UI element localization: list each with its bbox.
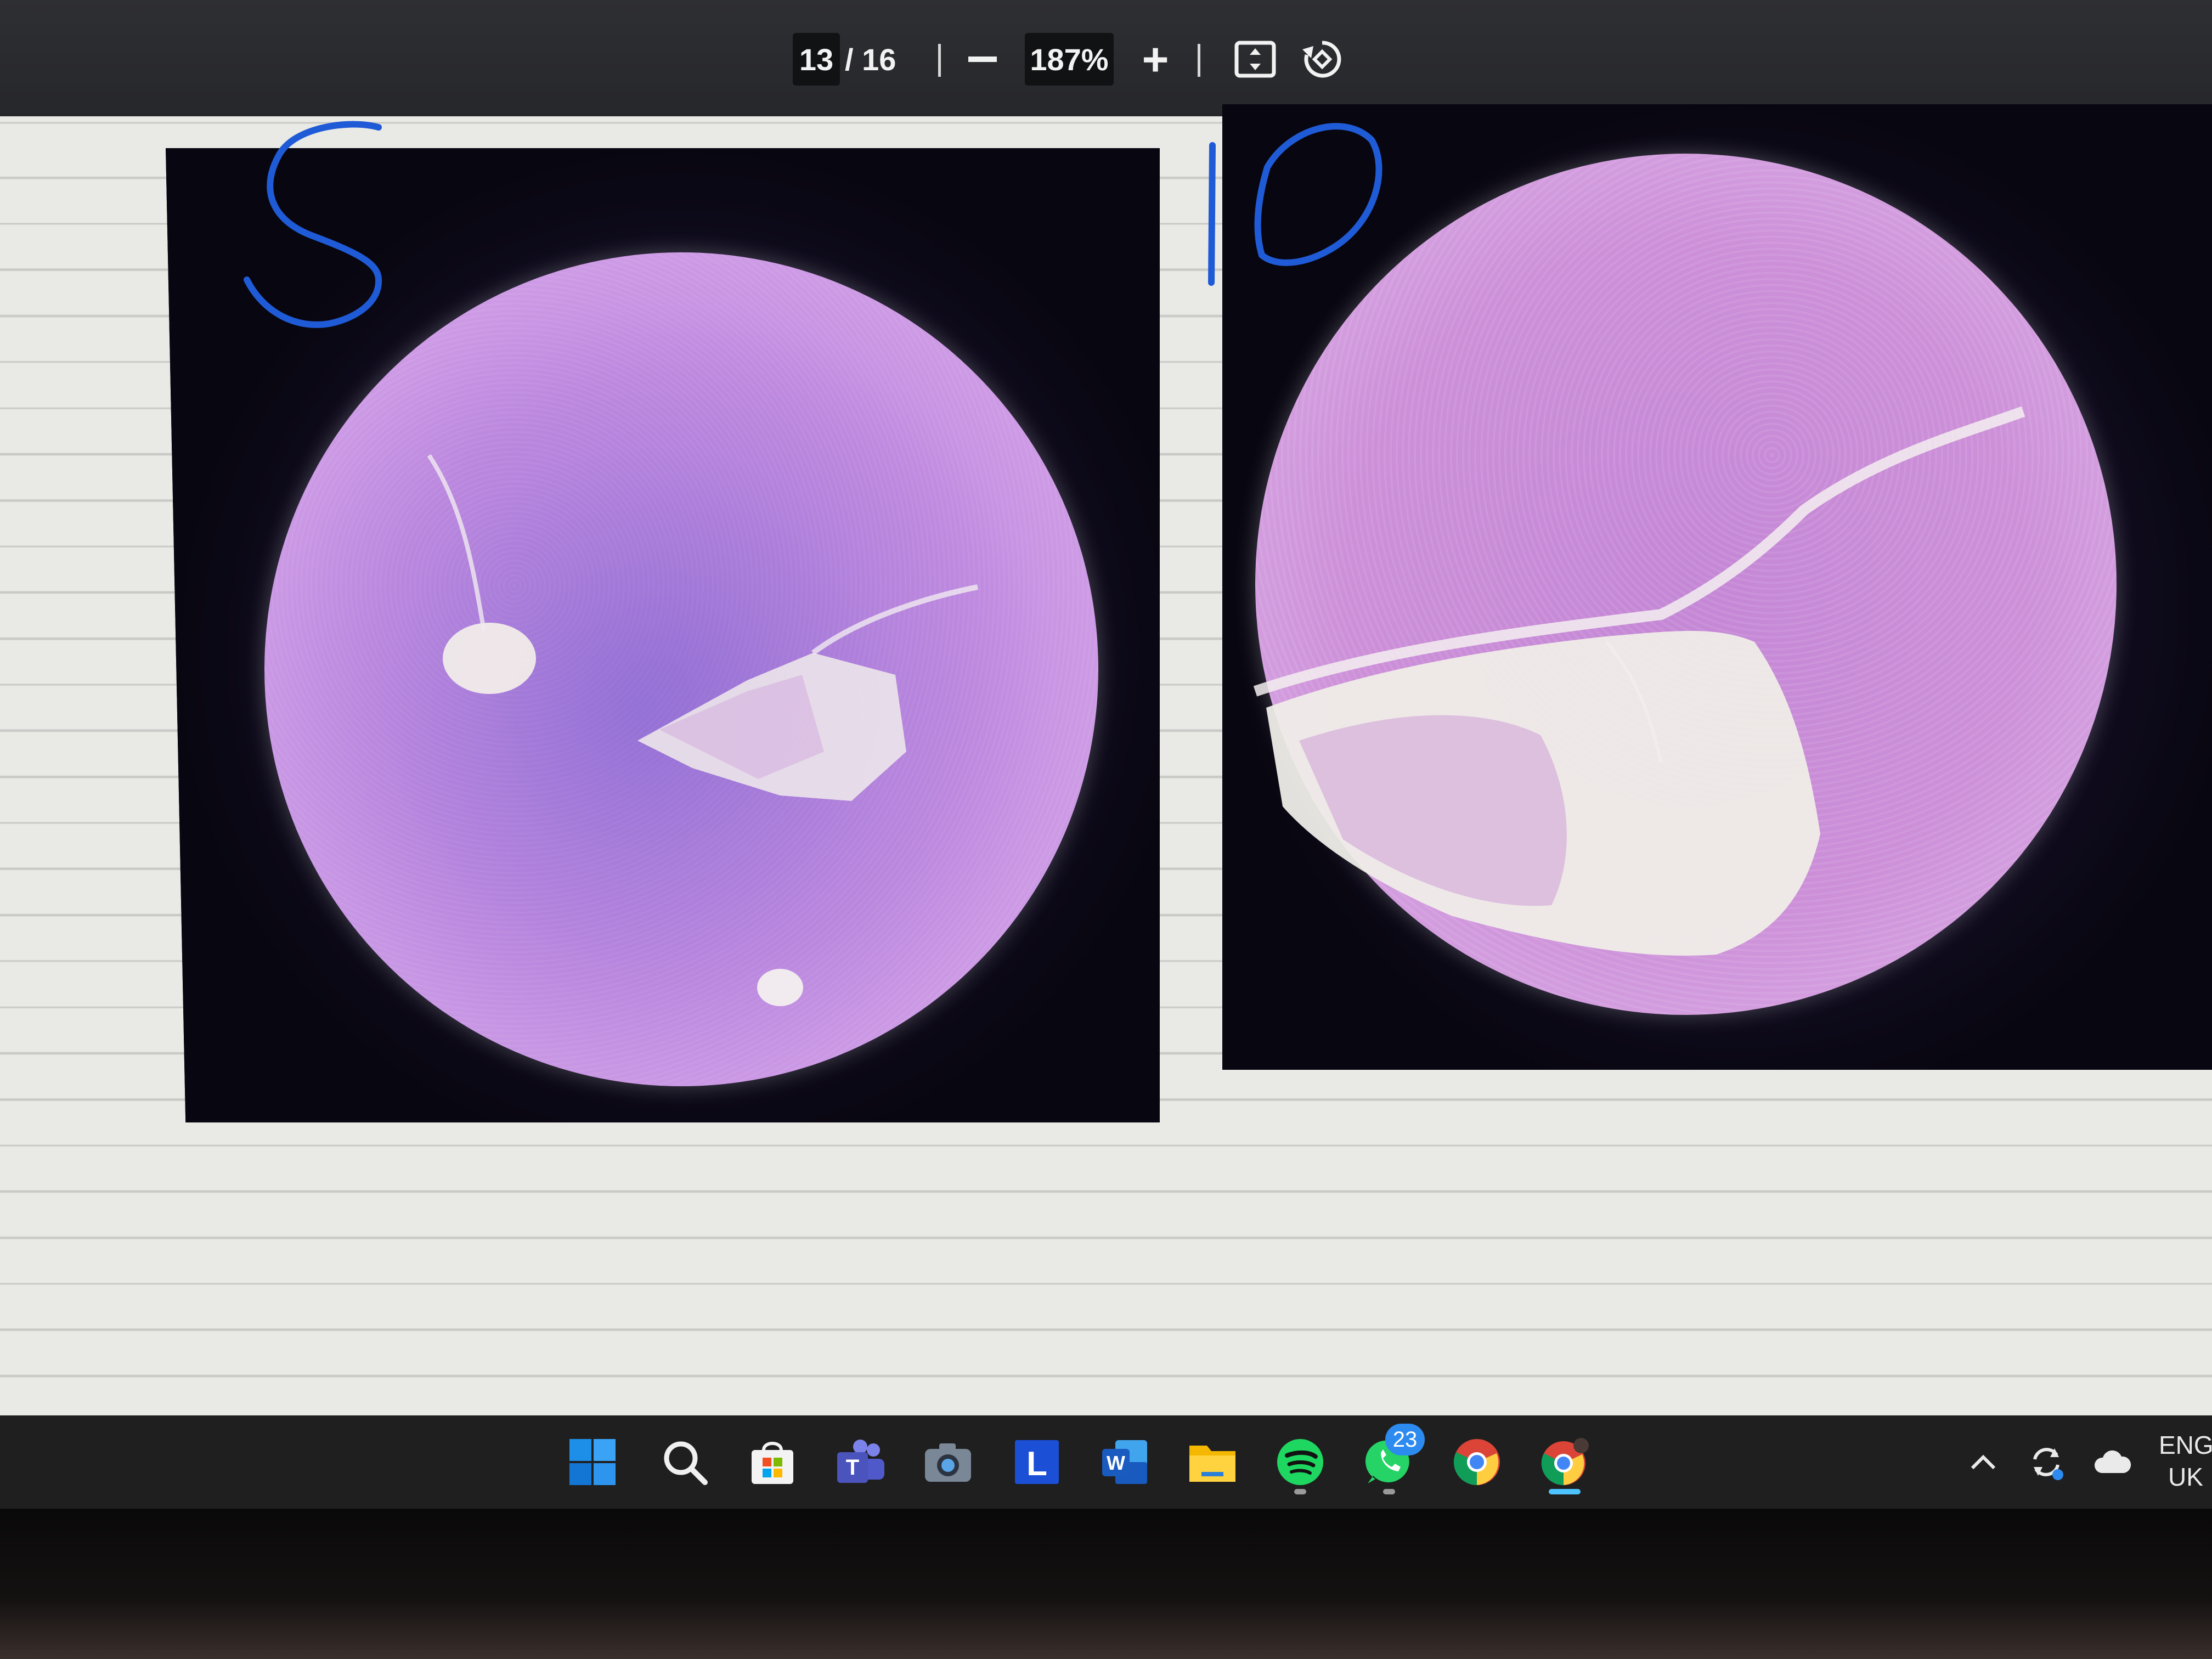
teams-button[interactable]: T [834,1436,887,1488]
input-language-indicator[interactable]: ENG UK [2159,1429,2212,1493]
toolbar-divider [1198,44,1200,77]
microsoft-store-button[interactable] [746,1436,799,1488]
chrome-profile-button[interactable] [1538,1436,1591,1488]
windows-start-icon [569,1439,616,1485]
store-icon [752,1442,793,1484]
language-region: UK [2168,1463,2203,1491]
chrome-profile-icon [1541,1438,1589,1486]
svg-text:W: W [1107,1452,1125,1474]
file-explorer-button[interactable] [1186,1436,1239,1488]
page-total-label: / 16 [845,42,896,77]
word-icon: W [1102,1440,1147,1484]
word-button[interactable]: W [1098,1436,1151,1488]
l-app-icon: L [1015,1440,1059,1484]
chrome-icon [1453,1439,1500,1485]
show-hidden-icons-button[interactable] [1964,1443,2002,1481]
folder-icon [1189,1446,1235,1482]
spotify-button[interactable] [1274,1436,1327,1488]
zoom-in-button[interactable]: + [1136,33,1175,86]
start-button[interactable] [566,1436,619,1488]
rotate-button[interactable] [1300,33,1344,86]
whatsapp-running-indicator [1383,1489,1395,1494]
spotify-icon [1277,1439,1323,1485]
sync-icon [2033,1448,2063,1480]
onedrive-button[interactable] [2093,1443,2131,1481]
chevron-up-icon [1971,1454,1996,1470]
whatsapp-notification-badge: 23 [1385,1424,1425,1455]
sync-status-button[interactable] [2027,1443,2066,1481]
svg-text:T: T [846,1455,859,1480]
chrome-button[interactable] [1451,1436,1503,1488]
handwritten-p-annotation: P [1208,123,1383,286]
camera-icon [925,1443,971,1482]
handwritten-s-annotation: S [230,115,382,328]
camera-button[interactable] [922,1436,974,1488]
current-page-input[interactable]: 13 [793,33,840,86]
fit-page-icon [1234,41,1276,78]
zoom-out-button[interactable] [963,33,1002,86]
teams-icon: T [837,1440,884,1483]
toolbar-divider [938,44,941,77]
search-button[interactable] [658,1436,711,1488]
svg-text:L: L [1026,1445,1047,1483]
cloud-icon [2094,1450,2131,1473]
fit-page-button[interactable] [1234,33,1276,86]
annotation-left-text: S [230,115,231,116]
monitor-bezel [0,1509,2212,1659]
search-icon [664,1441,708,1485]
chrome-profile-active-indicator [1549,1489,1581,1494]
rotate-icon [1302,41,1341,78]
l-app-button[interactable]: L [1011,1436,1063,1488]
zoom-level-input[interactable]: 187% [1025,33,1114,86]
language-code: ENG [2159,1431,2212,1459]
spotify-running-indicator [1294,1489,1306,1494]
